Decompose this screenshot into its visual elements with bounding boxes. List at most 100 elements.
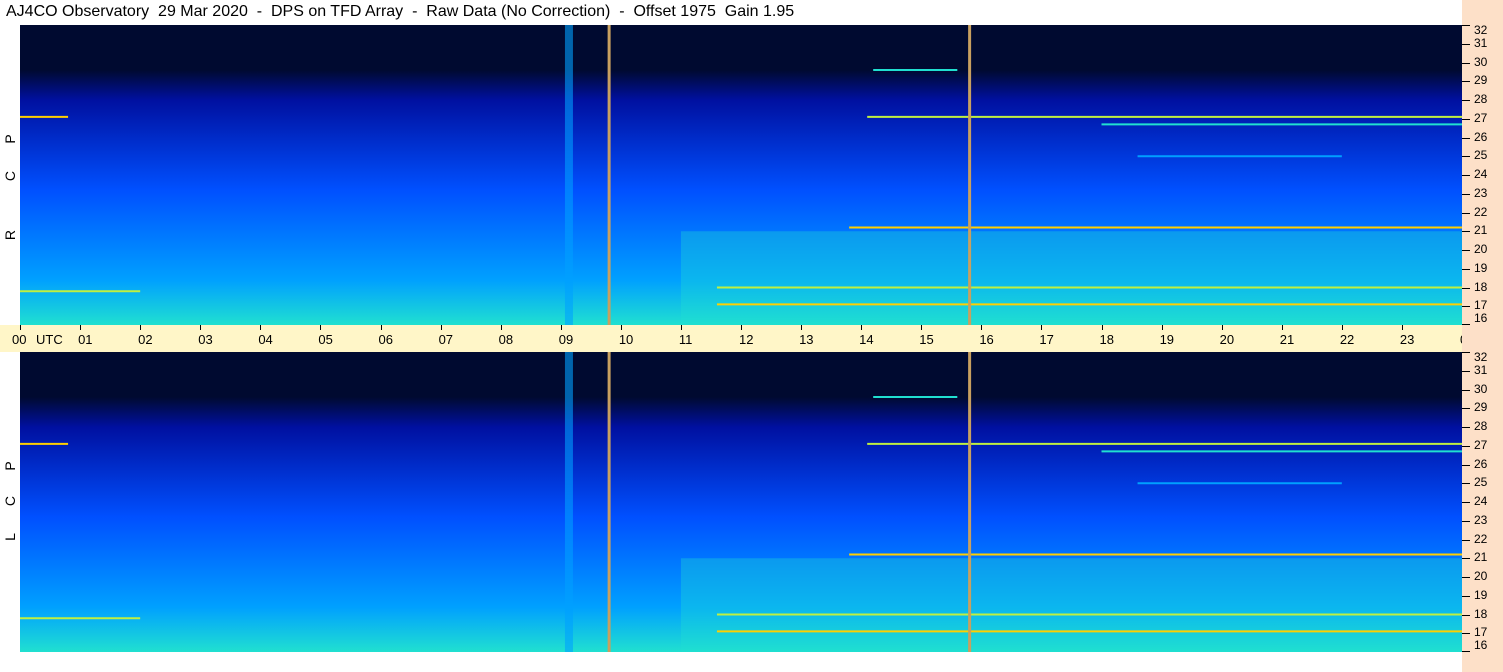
spectrogram-lowfreq-region xyxy=(680,231,1462,325)
time-tickmark xyxy=(1041,325,1043,330)
footer-strip xyxy=(0,652,1462,672)
time-tickmark xyxy=(620,325,622,330)
time-tick-label: 20 xyxy=(1219,332,1235,347)
freq-tick-label: 22 xyxy=(1474,531,1488,546)
freq-tickmark xyxy=(1462,389,1470,391)
time-tickmark xyxy=(741,325,742,330)
time-tickmark xyxy=(1341,325,1343,330)
title-bar: AJ4CO Observatory 29 Mar 2020 - DPS on T… xyxy=(0,0,1462,25)
freq-axis-foot xyxy=(1462,652,1503,672)
spectrogram-quiet-band xyxy=(20,25,1462,55)
freq-tick-label: 18 xyxy=(1474,606,1488,621)
time-tick-label: 07 xyxy=(438,332,454,347)
freq-tick-label: 24 xyxy=(1474,494,1488,508)
lcp-letter-c: C xyxy=(2,495,18,507)
lcp-letter-l: L xyxy=(2,533,18,541)
calibration-marker xyxy=(968,352,972,652)
time-tick-label: 11 xyxy=(678,332,693,347)
freq-tickmark xyxy=(1462,483,1470,485)
freq-tickmark xyxy=(1462,62,1470,64)
freq-tick-label: 16 xyxy=(1474,311,1488,325)
lcp-letter-p: P xyxy=(2,461,18,471)
time-tick-label: 15 xyxy=(919,332,934,347)
time-tickmark xyxy=(1161,325,1163,330)
time-tick-label: 02 xyxy=(138,332,153,347)
freq-tickmark xyxy=(1462,427,1470,428)
calibration-marker xyxy=(607,25,611,325)
freq-tick-label: 24 xyxy=(1474,167,1488,181)
time-tick-label: 21 xyxy=(1279,332,1295,347)
time-tick-label: 04 xyxy=(258,332,273,347)
freq-tick-label: 16 xyxy=(1474,638,1488,652)
spectrogram-lowfreq-region xyxy=(680,558,1462,652)
interference-line xyxy=(849,553,1462,556)
interference-line xyxy=(716,286,1462,289)
time-tick-label: 05 xyxy=(318,332,333,347)
time-tick-label: 22 xyxy=(1339,332,1355,347)
interference-line xyxy=(20,617,141,620)
freq-tickmark xyxy=(1462,352,1470,353)
freq-tickmark xyxy=(1462,81,1470,83)
interference-line xyxy=(1137,482,1342,485)
time-tickmark xyxy=(861,325,863,330)
time-tickmark xyxy=(80,325,82,330)
freq-tick-label: 30 xyxy=(1474,54,1488,69)
freq-tickmark xyxy=(1462,193,1470,195)
freq-tick-label: 28 xyxy=(1474,419,1488,433)
rcp-spectrogram xyxy=(20,25,1462,325)
freq-tickmark xyxy=(1462,502,1470,503)
freq-tickmark xyxy=(1462,250,1470,251)
rcp-letter-p: P xyxy=(2,134,18,144)
time-tick-label: 18 xyxy=(1099,332,1114,347)
time-tickmark xyxy=(260,325,262,330)
spectrogram-quiet-band xyxy=(20,352,1462,382)
freq-tick-label: 23 xyxy=(1474,512,1488,527)
time-tick-label: 23 xyxy=(1399,332,1415,347)
freq-tickmark xyxy=(1462,212,1470,214)
vertical-emission-band xyxy=(564,352,573,652)
freq-tickmark xyxy=(1462,408,1470,410)
interference-line xyxy=(20,115,69,118)
time-tickmark xyxy=(680,325,682,330)
time-tickmark xyxy=(320,325,322,330)
time-tick-label: 16 xyxy=(979,332,994,347)
time-tickmark xyxy=(1401,325,1403,330)
chart-title: AJ4CO Observatory 29 Mar 2020 - DPS on T… xyxy=(6,3,795,20)
interference-line xyxy=(867,115,1462,118)
time-tickmark xyxy=(801,325,803,330)
freq-tick-label: 19 xyxy=(1474,260,1488,275)
time-tick-label: 03 xyxy=(198,332,213,347)
freq-axis-lcp: 32 31 30 29 28 27 26 25 24 23 22 21 20 19 18 17 16 xyxy=(1462,350,1503,652)
freq-tickmark xyxy=(1462,539,1470,541)
freq-tick-label: 18 xyxy=(1474,279,1488,294)
freq-tick-label: 30 xyxy=(1474,381,1488,396)
freq-tickmark xyxy=(1462,268,1470,270)
interference-line xyxy=(716,630,1462,633)
time-tickmark xyxy=(560,325,562,330)
interference-line xyxy=(20,442,69,445)
freq-tickmark xyxy=(1462,520,1470,522)
time-tickmark xyxy=(921,325,923,330)
time-tick-label: 06 xyxy=(378,332,393,347)
freq-tick-label: 27 xyxy=(1474,437,1488,452)
time-tickmark xyxy=(380,325,382,330)
freq-tickmark xyxy=(1462,595,1470,597)
time-tickmark xyxy=(981,325,983,330)
time-tick-label: 01 xyxy=(78,332,93,347)
freq-tickmark xyxy=(1462,464,1470,466)
interference-line xyxy=(1101,123,1462,126)
freq-tickmark xyxy=(1462,118,1470,120)
freq-tickmark xyxy=(1462,287,1470,289)
freq-tick-label: 25 xyxy=(1474,475,1488,490)
freq-tickmark xyxy=(1462,156,1470,158)
freq-tick-label: 25 xyxy=(1474,148,1488,163)
rcp-letter-c: C xyxy=(2,170,18,182)
time-tick-label: 17 xyxy=(1039,332,1054,347)
time-tick-label: 12 xyxy=(739,332,754,347)
calibration-marker xyxy=(607,352,611,652)
time-tick-label: 08 xyxy=(498,332,514,347)
time-tick-label: 10 xyxy=(618,332,634,347)
time-axis: 00 01 02 03 04 05 06 07 08 09 10 11 12 13 14 15 16 17 18 19… xyxy=(0,325,1497,352)
freq-tick-label: 31 xyxy=(1474,35,1488,50)
freq-tick-label: 29 xyxy=(1474,73,1488,88)
